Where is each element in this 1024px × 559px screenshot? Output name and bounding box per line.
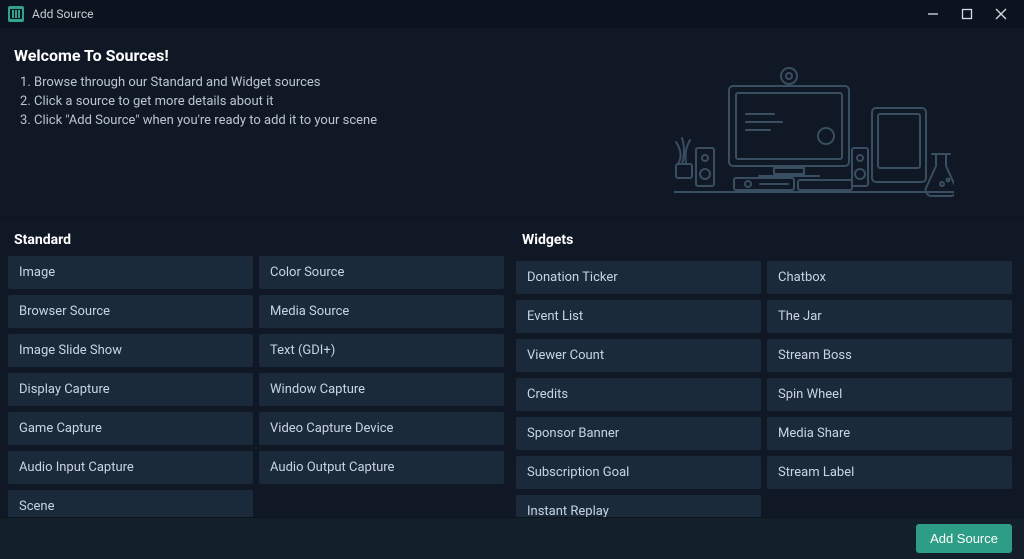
source-item-image[interactable]: Image xyxy=(8,256,253,289)
minimize-button[interactable] xyxy=(916,0,950,28)
widget-item-credits[interactable]: Credits xyxy=(516,378,761,411)
widget-item-stream-label[interactable]: Stream Label xyxy=(767,456,1012,489)
source-item-video-capture-device[interactable]: Video Capture Device xyxy=(259,412,504,445)
footer: Add Source xyxy=(0,517,1024,559)
widget-item-the-jar[interactable]: The Jar xyxy=(767,300,1012,333)
standard-heading: Standard xyxy=(8,226,508,256)
welcome-heading: Welcome To Sources! xyxy=(14,46,1010,65)
widget-item-media-share[interactable]: Media Share xyxy=(767,417,1012,450)
widget-item-spin-wheel[interactable]: Spin Wheel xyxy=(767,378,1012,411)
source-item-window-capture[interactable]: Window Capture xyxy=(259,373,504,406)
widget-item-event-list[interactable]: Event List xyxy=(516,300,761,333)
source-item-audio-output-capture[interactable]: Audio Output Capture xyxy=(259,451,504,484)
widget-item-donation-ticker[interactable]: Donation Ticker xyxy=(516,261,761,294)
widgets-column: Widgets Follower Goal Bit Goal Donation … xyxy=(516,226,1016,517)
widget-item-sponsor-banner[interactable]: Sponsor Banner xyxy=(516,417,761,450)
widget-item-stream-boss[interactable]: Stream Boss xyxy=(767,339,1012,372)
source-item-text-gdi[interactable]: Text (GDI+) xyxy=(259,334,504,367)
widget-item-viewer-count[interactable]: Viewer Count xyxy=(516,339,761,372)
source-item-scene[interactable]: Scene xyxy=(8,490,253,517)
titlebar: Add Source xyxy=(0,0,1024,28)
source-item-browser-source[interactable]: Browser Source xyxy=(8,295,253,328)
add-source-button[interactable]: Add Source xyxy=(916,524,1012,553)
source-item-audio-input-capture[interactable]: Audio Input Capture xyxy=(8,451,253,484)
maximize-button[interactable] xyxy=(950,0,984,28)
welcome-header: Welcome To Sources! Browse through our S… xyxy=(0,28,1024,218)
source-item-game-capture[interactable]: Game Capture xyxy=(8,412,253,445)
source-item-image-slide-show[interactable]: Image Slide Show xyxy=(8,334,253,367)
widget-item-chatbox[interactable]: Chatbox xyxy=(767,261,1012,294)
close-button[interactable] xyxy=(984,0,1018,28)
widgets-heading: Widgets xyxy=(516,226,1016,256)
window-title: Add Source xyxy=(32,7,94,21)
source-item-display-capture[interactable]: Display Capture xyxy=(8,373,253,406)
source-item-media-source[interactable]: Media Source xyxy=(259,295,504,328)
widget-item-instant-replay[interactable]: Instant Replay xyxy=(516,495,761,517)
widget-item-subscription-goal[interactable]: Subscription Goal xyxy=(516,456,761,489)
widgets-scroll[interactable]: Follower Goal Bit Goal Donation Ticker C… xyxy=(516,256,1016,517)
source-item-color-source[interactable]: Color Source xyxy=(259,256,504,289)
header-illustration xyxy=(674,64,954,204)
standard-scroll[interactable]: Image Color Source Browser Source Media … xyxy=(8,256,508,517)
standard-column: Standard Image Color Source Browser Sour… xyxy=(8,226,508,517)
sources-content: Standard Image Color Source Browser Sour… xyxy=(0,218,1024,517)
app-icon xyxy=(8,6,24,22)
